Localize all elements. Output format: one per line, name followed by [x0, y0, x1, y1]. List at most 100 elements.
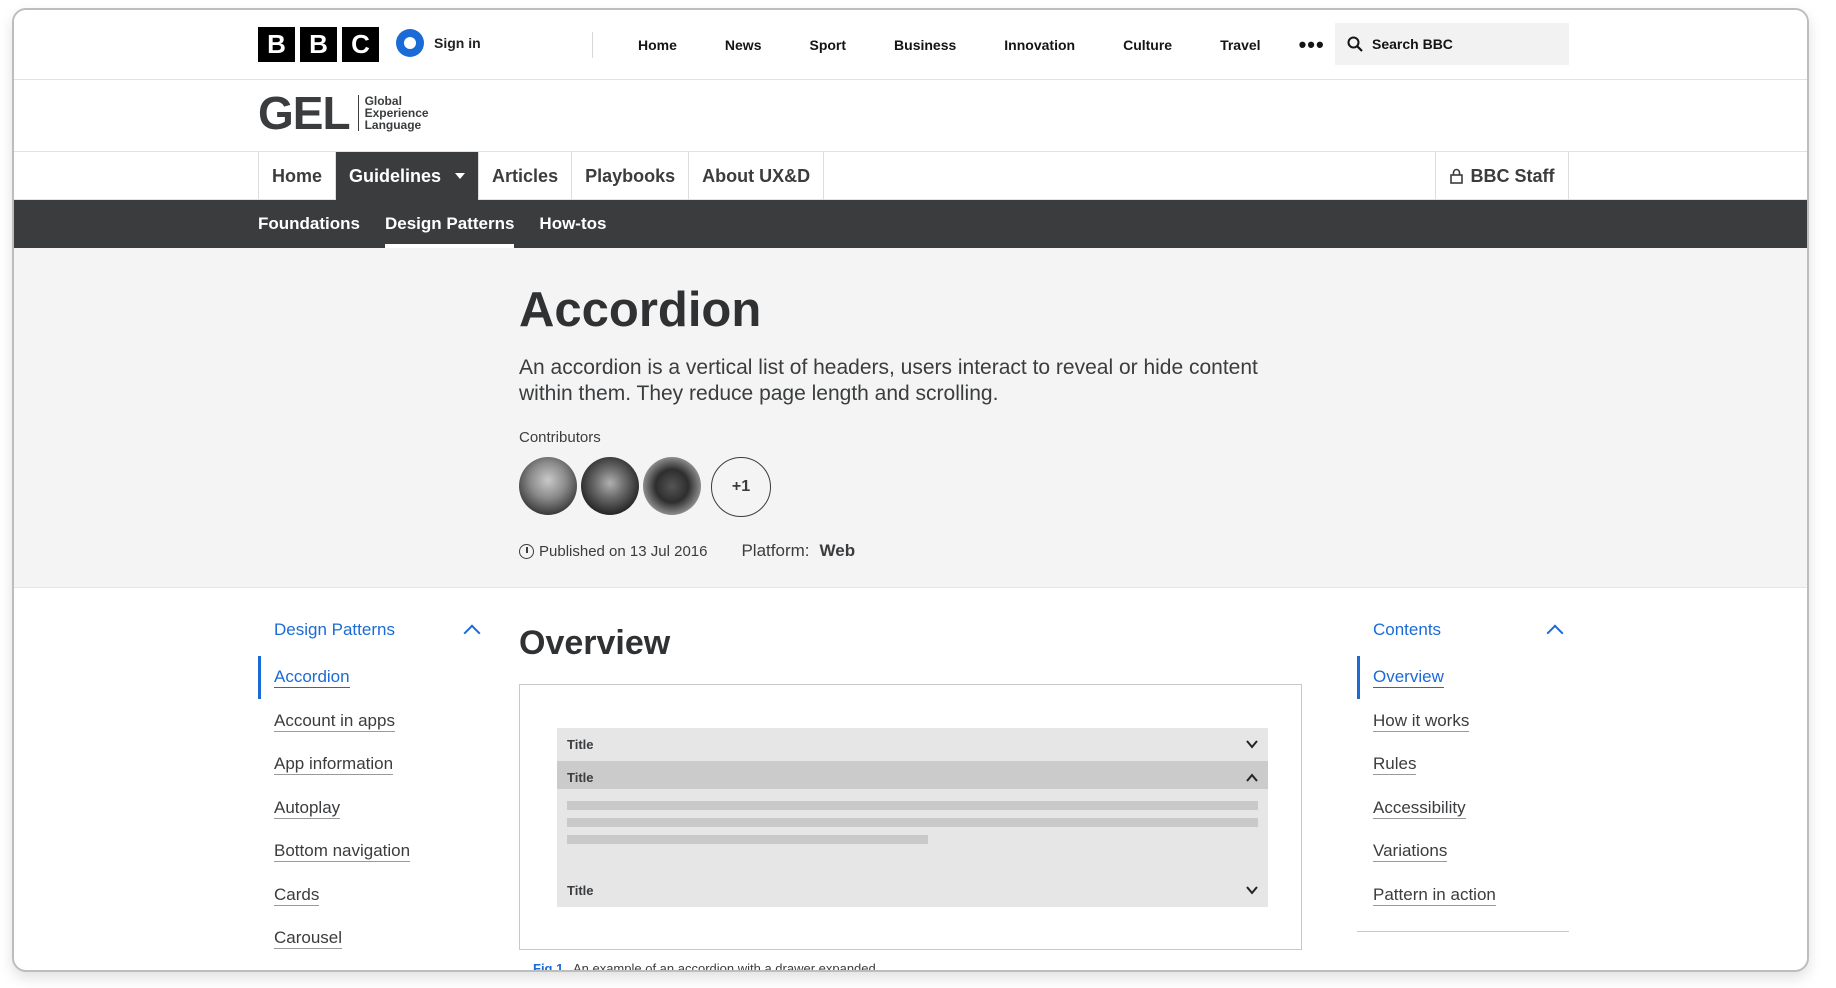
- main-nav-home-label: Home: [272, 165, 323, 186]
- contents-item-label: Pattern in action: [1373, 884, 1496, 906]
- top-nav-culture[interactable]: Culture: [1123, 37, 1172, 53]
- search-bbc-input[interactable]: Search BBC: [1335, 23, 1569, 65]
- contributor-avatar[interactable]: [519, 457, 577, 515]
- gel-tagline-line-3: Language: [364, 118, 422, 132]
- main-nav-home[interactable]: Home: [259, 152, 337, 200]
- sidebar-item-carousel[interactable]: Carousel: [258, 917, 488, 961]
- top-nav-news[interactable]: News: [725, 37, 762, 53]
- contributors-list: +1: [519, 457, 771, 517]
- figure-caption-text: An example of an accordion with a drawer…: [572, 961, 876, 972]
- gel-main-nav: Home Guidelines Articles Playbooks About…: [14, 152, 1807, 200]
- contents-item-label: Rules: [1373, 754, 1417, 776]
- main-nav-about[interactable]: About UX&D: [689, 152, 825, 200]
- sidebar-item-bottom-navigation[interactable]: Bottom navigation: [258, 830, 488, 874]
- bbc-global-bar: B B C Sign in Home News Sport Business I…: [14, 10, 1807, 80]
- bbc-top-nav: Home News Sport Business Innovation Cult…: [614, 10, 1325, 80]
- bbc-staff-label: BBC Staff: [1470, 165, 1555, 186]
- page-description: An accordion is a vertical list of heade…: [519, 356, 1258, 405]
- account-icon: [396, 29, 424, 57]
- sidebar-item-cards[interactable]: Cards: [258, 874, 488, 918]
- bbc-logo-c: C: [342, 27, 379, 62]
- accordion-row: Title: [557, 874, 1268, 907]
- contents-item-rules[interactable]: Rules: [1357, 743, 1569, 787]
- accordion-example-figure: Title Title Title: [519, 684, 1302, 950]
- top-nav-innovation[interactable]: Innovation: [1004, 37, 1075, 53]
- top-nav-sport[interactable]: Sport: [809, 37, 846, 53]
- contents-item-pattern-in-action[interactable]: Pattern in action: [1357, 874, 1569, 918]
- sign-in-link[interactable]: Sign in: [396, 29, 481, 57]
- gel-logo[interactable]: GEL Global Experience Language: [258, 90, 429, 136]
- contributor-avatar[interactable]: [643, 457, 701, 515]
- page-title: Accordion: [519, 283, 762, 337]
- nav-divider: [592, 32, 593, 58]
- gel-logo-word: GEL: [258, 87, 351, 139]
- design-patterns-toggle[interactable]: Design Patterns: [258, 620, 488, 642]
- main-nav-guidelines[interactable]: Guidelines: [336, 152, 480, 200]
- sub-nav-foundations[interactable]: Foundations: [258, 200, 360, 248]
- search-icon: [1347, 36, 1363, 52]
- sidebar-heading: Design Patterns: [274, 620, 395, 639]
- figure-caption-label: Fig 1.: [533, 961, 567, 972]
- published-date: Published on 13 Jul 2016: [539, 542, 708, 560]
- bbc-logo[interactable]: B B C: [258, 27, 379, 62]
- chevron-down-icon: [1246, 740, 1258, 749]
- contents-divider: [1357, 931, 1569, 932]
- contents-item-accessibility[interactable]: Accessibility: [1357, 787, 1569, 831]
- figure-caption: Fig 1. An example of an accordion with a …: [533, 961, 876, 972]
- accordion-drawer-content: [557, 789, 1268, 874]
- more-contributors-button[interactable]: +1: [711, 457, 771, 517]
- search-label: Search BBC: [1372, 36, 1453, 52]
- sub-nav-design-patterns[interactable]: Design Patterns: [384, 200, 515, 248]
- gel-sub-nav: Foundations Design Patterns How-tos: [14, 200, 1807, 248]
- contents-item-overview[interactable]: Overview: [1357, 656, 1569, 700]
- contributors-label: Contributors: [519, 429, 601, 446]
- contents-heading: Contents: [1373, 620, 1442, 639]
- top-nav-home[interactable]: Home: [638, 37, 677, 53]
- sidebar-item-label: Bottom navigation: [274, 841, 411, 863]
- contents-item-how-it-works[interactable]: How it works: [1357, 700, 1569, 744]
- contributor-avatar[interactable]: [581, 457, 639, 515]
- accordion-row-title: Title: [567, 883, 594, 898]
- bbc-logo-b1: B: [258, 27, 295, 62]
- sidebar-item-accordion[interactable]: Accordion: [258, 656, 488, 700]
- contents-item-label: How it works: [1373, 710, 1470, 732]
- clock-icon: [519, 543, 534, 559]
- main-nav-guidelines-label: Guidelines: [349, 165, 442, 186]
- sidebar-item-label: App information: [274, 754, 394, 776]
- contents-item-variations[interactable]: Variations: [1357, 830, 1569, 874]
- sidebar-item-autoplay[interactable]: Autoplay: [258, 787, 488, 831]
- accordion-row: Title: [557, 728, 1268, 761]
- chevron-up-icon: [1246, 773, 1258, 782]
- sidebar-item-account-in-apps[interactable]: Account in apps: [258, 700, 488, 744]
- sign-in-label: Sign in: [434, 35, 481, 51]
- platform-label: Platform:: [741, 541, 810, 560]
- chevron-down-icon: [1246, 886, 1258, 895]
- contents-item-label: Overview: [1373, 667, 1444, 689]
- top-nav-business[interactable]: Business: [894, 37, 956, 53]
- top-nav-travel[interactable]: Travel: [1220, 37, 1260, 53]
- placeholder-text-line: [567, 835, 928, 844]
- contents-toggle[interactable]: Contents: [1357, 620, 1569, 642]
- dropdown-caret-icon: [455, 173, 466, 179]
- sidebar-item-label: Carousel: [274, 928, 343, 950]
- sidebar-item-label: Cards: [274, 884, 320, 906]
- platform-info: Platform: Web: [741, 541, 855, 561]
- chevron-up-icon: [1546, 624, 1564, 642]
- bbc-staff-button[interactable]: BBC Staff: [1435, 152, 1569, 200]
- contents-item-label: Variations: [1373, 841, 1448, 863]
- sidebar-item-label: Autoplay: [274, 797, 341, 819]
- placeholder-text-line: [567, 801, 1258, 810]
- sub-nav-how-tos[interactable]: How-tos: [539, 200, 606, 248]
- page-meta: Published on 13 Jul 2016 Platform: Web: [519, 541, 855, 561]
- main-nav-articles[interactable]: Articles: [479, 152, 573, 200]
- placeholder-text-line: [567, 818, 1258, 827]
- bbc-logo-b2: B: [300, 27, 337, 62]
- sidebar-item-app-information[interactable]: App information: [258, 743, 488, 787]
- sidebar-item-label: Accordion: [274, 667, 350, 689]
- browser-frame: B B C Sign in Home News Sport Business I…: [12, 8, 1809, 972]
- main-nav-playbooks[interactable]: Playbooks: [572, 152, 690, 200]
- more-menu-icon[interactable]: •••: [1299, 34, 1325, 56]
- contents-sidebar: Contents Overview How it works Rules Acc…: [1357, 620, 1569, 932]
- platform-value: Web: [819, 541, 856, 560]
- lock-icon: [1449, 168, 1463, 184]
